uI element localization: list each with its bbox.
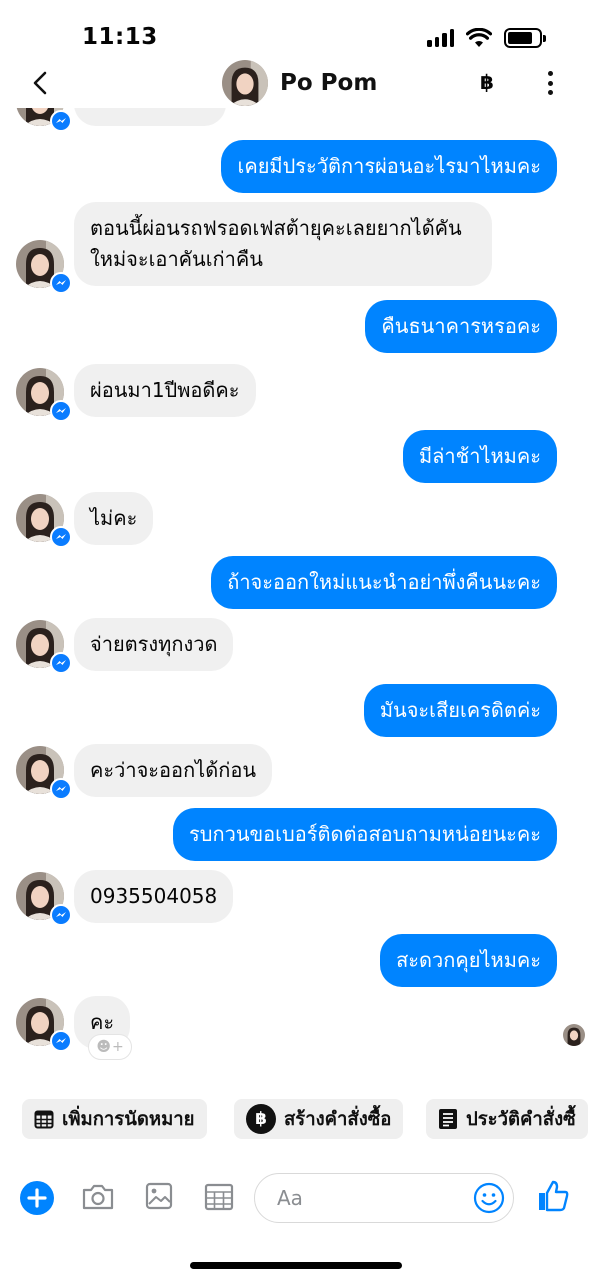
contact-avatar[interactable] [222, 60, 268, 106]
create-order-label: สร้างคำสั่งซื้อ [284, 1108, 392, 1130]
seen-receipt-avatar [563, 1024, 585, 1046]
sender-avatar[interactable] [16, 746, 72, 800]
camera-icon[interactable] [81, 1183, 115, 1215]
quick-actions-bar: เพิ่มการนัดหมาย ฿ สร้างคำสั่งซื้อ ประวัต… [0, 1098, 590, 1142]
calendar-icon[interactable] [204, 1182, 234, 1216]
message-row-outgoing: รบกวนขอเบอร์ติดต่อสอบถามหน่อยนะคะ [173, 808, 557, 861]
messenger-badge-icon [50, 526, 72, 548]
messenger-badge-icon [50, 272, 72, 294]
baht-icon: ฿ [246, 1104, 276, 1134]
status-icons [427, 28, 546, 48]
message-bubble-incoming[interactable]: 0935504058 [74, 870, 234, 923]
messenger-badge-icon [50, 110, 72, 132]
sender-avatar[interactable] [16, 494, 72, 548]
sender-avatar[interactable] [16, 872, 72, 926]
plus-circle-icon[interactable] [20, 1181, 54, 1219]
message-row-incoming: 0935504058 [74, 870, 234, 923]
message-row-outgoing: สะดวกคุยไหมคะ [380, 934, 557, 987]
message-bubble-incoming[interactable]: คะว่าจะออกได้ก่อน [74, 744, 273, 797]
contact-name: Po Pom [280, 70, 378, 96]
message-row-incoming: ตอนนี้ผ่อนรถฟรอดเฟสต้ายุคะเลยยากได้คันให… [74, 202, 492, 286]
thumbs-up-icon[interactable] [536, 1179, 570, 1217]
message-row-incoming: คะว่าจะออกได้ก่อน [74, 744, 273, 797]
sender-avatar[interactable] [16, 620, 72, 674]
message-bubble-incoming[interactable]: จ่ายตรงทุกงวด [74, 618, 234, 671]
receipt-icon [439, 1109, 457, 1129]
add-appointment-label: เพิ่มการนัดหมาย [62, 1108, 195, 1130]
battery-icon [504, 28, 546, 48]
message-composer: Aa [0, 1172, 590, 1228]
messenger-badge-icon [50, 400, 72, 422]
message-bubble-previous[interactable] [74, 108, 226, 126]
photo-gallery-icon[interactable] [145, 1182, 173, 1214]
message-bubble-outgoing[interactable]: สะดวกคุยไหมคะ [380, 934, 557, 987]
order-history-button[interactable]: ประวัติคำสั่งซื้ [426, 1099, 588, 1139]
message-bubble-incoming[interactable]: ตอนนี้ผ่อนรถฟรอดเฟสต้ายุคะเลยยากได้คันให… [74, 202, 492, 286]
sender-avatar[interactable] [16, 368, 72, 422]
smiley-icon: ☻ [96, 1039, 111, 1055]
message-row-outgoing: คืนธนาคารหรอคะ [365, 300, 557, 353]
message-bubble-outgoing[interactable]: มีล่าช้าไหมคะ [402, 430, 557, 483]
message-row-incoming: จ่ายตรงทุกงวด [74, 618, 234, 671]
message-row-previous [74, 108, 226, 126]
baht-icon[interactable]: ฿ [480, 70, 494, 94]
sender-avatar[interactable] [16, 108, 72, 132]
status-bar: 11:13 [0, 0, 590, 62]
contact-info[interactable]: Po Pom [222, 60, 377, 106]
wifi-icon [466, 28, 492, 47]
add-appointment-button[interactable]: เพิ่มการนัดหมาย [22, 1099, 207, 1139]
message-bubble-incoming[interactable]: ผ่อนมา1ปีพอดีคะ [74, 364, 256, 417]
messenger-badge-icon [50, 652, 72, 674]
back-chevron-icon[interactable] [26, 68, 56, 98]
message-bubble-outgoing[interactable]: คืนธนาคารหรอคะ [365, 300, 557, 353]
status-time: 11:13 [82, 24, 158, 50]
message-row-outgoing: ถ้าจะออกใหม่แนะนำอย่าพึ่งคืนนะคะ [211, 556, 557, 609]
messenger-badge-icon [50, 778, 72, 800]
messenger-badge-icon [50, 1030, 72, 1052]
emoji-icon[interactable] [473, 1182, 505, 1214]
cellular-signal-icon [427, 29, 454, 47]
message-bubble-outgoing[interactable]: มันจะเสียเครดิตค่ะ [363, 684, 557, 737]
message-list[interactable]: เคยมีประวัติการผ่อนอะไรมาไหมคะ ตอนนี้ผ่อ… [0, 108, 590, 1070]
message-row-incoming: ไม่คะ [74, 492, 154, 545]
calendar-icon [34, 1110, 54, 1129]
message-bubble-outgoing[interactable]: รบกวนขอเบอร์ติดต่อสอบถามหน่อยนะคะ [173, 808, 557, 861]
more-options-icon[interactable] [538, 68, 562, 98]
message-input[interactable]: Aa [254, 1173, 514, 1223]
conversation-header: Po Pom ฿ [0, 58, 590, 108]
message-bubble-outgoing[interactable]: เคยมีประวัติการผ่อนอะไรมาไหมคะ [221, 140, 557, 193]
message-row-outgoing: เคยมีประวัติการผ่อนอะไรมาไหมคะ [221, 140, 557, 193]
message-row-outgoing: มันจะเสียเครดิตค่ะ [363, 684, 557, 737]
order-history-label: ประวัติคำสั่งซื้ [466, 1108, 576, 1130]
messenger-badge-icon [50, 904, 72, 926]
message-row-outgoing: มีล่าช้าไหมคะ [402, 430, 557, 483]
home-indicator [190, 1262, 402, 1269]
sender-avatar[interactable] [16, 240, 72, 294]
create-order-button[interactable]: ฿ สร้างคำสั่งซื้อ [234, 1099, 404, 1139]
message-row-incoming: ผ่อนมา1ปีพอดีคะ [74, 364, 256, 417]
message-input-placeholder: Aa [277, 1186, 303, 1210]
message-bubble-outgoing[interactable]: ถ้าจะออกใหม่แนะนำอย่าพึ่งคืนนะคะ [211, 556, 557, 609]
message-bubble-incoming[interactable]: ไม่คะ [74, 492, 154, 545]
sender-avatar[interactable] [16, 998, 72, 1052]
plus-icon: + [111, 1039, 124, 1055]
add-reaction-button[interactable]: ☻ + [88, 1034, 132, 1060]
